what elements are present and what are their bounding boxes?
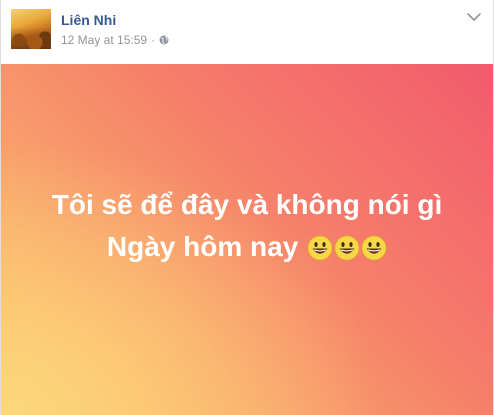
author-name[interactable]: Liên Nhi xyxy=(61,12,116,28)
post-text-line-2-words: Ngày hôm nay xyxy=(106,230,299,262)
background-text-card: Tôi sẽ để đây và không nói gì Ngày hôm n… xyxy=(1,64,493,415)
post-meta: 12 May at 15:59 · xyxy=(61,33,169,47)
globe-icon[interactable] xyxy=(159,35,169,45)
timestamp[interactable]: 12 May at 15:59 xyxy=(61,33,147,47)
grinning-face-emoji-icon xyxy=(361,235,387,260)
chevron-down-icon[interactable] xyxy=(467,12,481,22)
post-text-line-2: Ngày hôm nay xyxy=(52,226,443,268)
avatar-image xyxy=(11,27,51,49)
avatar[interactable] xyxy=(11,9,51,49)
grinning-face-emoji-icon xyxy=(334,235,360,260)
meta-separator: · xyxy=(151,33,156,47)
grinning-face-emoji-icon xyxy=(307,235,333,260)
post-text-line-1: Tôi sẽ để đây và không nói gì xyxy=(51,188,443,220)
post-card: Liên Nhi 12 May at 15:59 · Tôi sẽ để đây… xyxy=(0,0,494,415)
post-header: Liên Nhi 12 May at 15:59 · xyxy=(1,0,493,64)
post-text: Tôi sẽ để đây và không nói gì Ngày hôm n… xyxy=(52,184,443,268)
